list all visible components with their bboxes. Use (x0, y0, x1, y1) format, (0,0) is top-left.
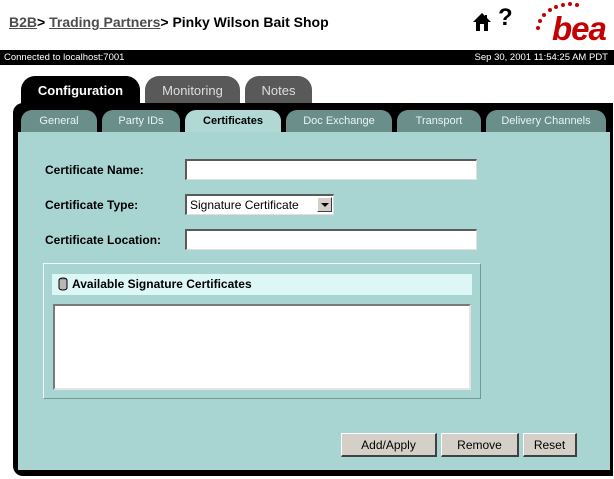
certificate-location-input[interactable] (185, 229, 477, 250)
bea-logo-text: bea (552, 10, 607, 47)
certificate-type-value: Signature Certificate (190, 198, 299, 212)
certificate-name-input[interactable] (185, 159, 477, 180)
status-datetime: Sep 30, 2001 11:54:25 AM PDT (474, 52, 608, 63)
breadcrumb-current-page: Pinky Wilson Bait Shop (172, 14, 329, 30)
certificate-type-select[interactable]: Signature Certificate (185, 194, 334, 215)
connection-status: Connected to localhost:7001 (4, 52, 125, 63)
tab-monitoring[interactable]: Monitoring (145, 76, 240, 104)
breadcrumb-b2b-link[interactable]: B2B (9, 14, 37, 30)
app-header: B2B> Trading Partners> Pinky Wilson Bait… (0, 0, 614, 50)
certificate-location-label: Certificate Location: (45, 233, 162, 247)
breadcrumb: B2B> Trading Partners> Pinky Wilson Bait… (9, 14, 329, 30)
tab-notes[interactable]: Notes (245, 76, 312, 104)
breadcrumb-separator: > (160, 14, 169, 30)
certificate-name-label: Certificate Name: (45, 163, 144, 177)
top-tab-bar: Configuration Monitoring Notes (0, 76, 614, 104)
reset-button[interactable]: Reset (523, 433, 577, 457)
subtab-general[interactable]: General (21, 110, 97, 132)
home-icon[interactable] (472, 12, 492, 32)
breadcrumb-separator: > (37, 14, 46, 30)
certificate-type-label: Certificate Type: (45, 198, 139, 212)
subtab-certificates[interactable]: Certificates (185, 110, 281, 134)
breadcrumb-trading-partners-link[interactable]: Trading Partners (49, 14, 160, 30)
subtab-party-ids[interactable]: Party IDs (102, 110, 180, 132)
add-apply-button[interactable]: Add/Apply (341, 433, 437, 457)
tab-configuration[interactable]: Configuration (21, 76, 140, 104)
chevron-down-icon[interactable] (317, 197, 332, 212)
available-certificates-header: Available Signature Certificates (52, 274, 472, 295)
status-bar: Connected to localhost:7001 Sep 30, 2001… (0, 50, 614, 65)
cylinder-icon (58, 277, 68, 291)
available-certificates-list[interactable] (53, 304, 471, 390)
help-icon[interactable]: ? (498, 6, 513, 30)
subtab-transport[interactable]: Transport (397, 110, 481, 132)
subtab-delivery-channels[interactable]: Delivery Channels (486, 110, 606, 132)
subtab-doc-exchange[interactable]: Doc Exchange (286, 110, 392, 132)
available-certificates-title: Available Signature Certificates (72, 277, 252, 291)
remove-button[interactable]: Remove (441, 433, 519, 457)
